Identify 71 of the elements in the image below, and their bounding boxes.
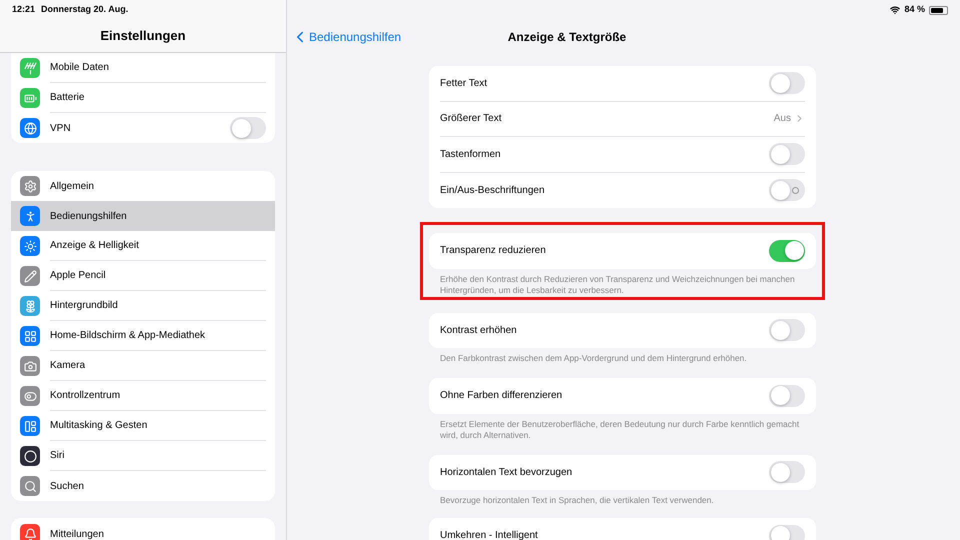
sidebar-item[interactable]: Batterie	[11, 83, 275, 113]
settings-row[interactable]: Tastenformen	[429, 137, 816, 172]
row-label: Umkehren - Intelligent	[440, 529, 539, 540]
toggle-switch[interactable]	[769, 179, 805, 202]
sidebar-item[interactable]: Bedienungshilfen	[11, 201, 275, 231]
item-label: Bedienungshilfen	[50, 210, 128, 224]
sidebar-item[interactable]: VPN	[11, 113, 275, 143]
item-label: Siri	[50, 449, 66, 463]
sidebar-item[interactable]: Kamera	[11, 351, 275, 381]
wifi-icon	[890, 5, 900, 15]
sidebar-item[interactable]: Mobile Daten	[11, 53, 275, 83]
footer-note: Den Farbkontrast zwischen dem App-Vordergrund und dem Hintergrund erhöhen.	[439, 352, 748, 364]
sidebar-item[interactable]: Hintergrundbild	[11, 291, 275, 321]
status-time: 12:21	[12, 3, 36, 16]
sidebar-item[interactable]: Suchen	[11, 471, 275, 501]
item-label: Multitasking & Gesten	[50, 419, 148, 433]
toggle-switch[interactable]	[769, 524, 805, 540]
settings-row[interactable]: Fetter Text	[429, 66, 816, 102]
sidebar-item[interactable]: Multitasking & Gesten	[11, 411, 275, 441]
item-label: Anzeige & Helligkeit	[50, 239, 140, 253]
battery-percent: 84 %	[904, 3, 925, 16]
settings-row[interactable]: Umkehren - Intelligent	[429, 518, 816, 540]
sidebar-item[interactable]: Mitteilungen	[11, 519, 275, 540]
item-label: Home-Bildschirm & App-Mediathek	[50, 329, 206, 343]
item-label: Batterie	[50, 91, 86, 105]
page-title: Anzeige & Textgröße	[508, 28, 626, 46]
battery-icon	[929, 6, 948, 14]
sidebar-item[interactable]: Allgemein	[11, 171, 275, 201]
row-label: Ein/Aus-Beschriftungen	[440, 184, 546, 198]
item-label: Allgemein	[50, 180, 95, 194]
settings-row[interactable]: Horizontalen Text bevorzugen	[429, 454, 816, 490]
toggle-switch[interactable]	[769, 384, 805, 407]
item-label: Hintergrundbild	[50, 299, 119, 313]
settings-row[interactable]: Größerer Text Aus	[429, 102, 816, 137]
item-label: Apple Pencil	[50, 269, 107, 283]
row-label: Größerer Text	[440, 112, 502, 126]
toggle-switch[interactable]	[230, 117, 266, 139]
back-button[interactable]: Bedienungshilfen	[291, 28, 402, 46]
footer-note: Erhöhe den Kontrast durch Reduzieren von Transparenz und Weichzeichnungen bei manchen Hintergründen, um die Lesbarkeit zu verbessern.	[439, 272, 796, 296]
settings-row[interactable]: Ein/Aus-Beschriftungen	[429, 172, 816, 208]
toggle-switch[interactable]	[769, 319, 805, 342]
footer-note: Ersetzt Elemente der Benutzeroberfläche, deren Bedeutung nur durch Farbe kenntlich gemacht wird, durch Alternativen.	[439, 418, 800, 440]
item-label: Kamera	[50, 359, 86, 373]
row-label: Tastenformen	[440, 148, 502, 162]
settings-row[interactable]: Ohne Farben differenzieren	[429, 378, 816, 414]
sidebar-item[interactable]: Kontrollzentrum	[11, 381, 275, 411]
row-label: Horizontalen Text bevorzugen	[440, 466, 574, 480]
sidebar-item[interactable]: Home-Bildschirm & App-Mediathek	[11, 321, 275, 351]
toggle-switch[interactable]	[769, 143, 805, 166]
settings-row[interactable]: Transparenz reduzieren	[429, 233, 816, 268]
row-value: Aus	[774, 112, 791, 126]
item-label: Mitteilungen	[50, 528, 105, 540]
status-date: Donnerstag 20. Aug.	[41, 3, 128, 16]
item-label: Mobile Daten	[50, 61, 110, 75]
item-label: Kontrollzentrum	[50, 389, 122, 403]
settings-row[interactable]: Kontrast erhöhen	[429, 312, 816, 348]
toggle-switch[interactable]	[769, 240, 805, 262]
sidebar-item[interactable]: Anzeige & Helligkeit	[11, 231, 275, 261]
item-label: Suchen	[50, 480, 85, 494]
row-label: Kontrast erhöhen	[440, 324, 518, 338]
footer-note: Bevorzuge horizontalen Text in Sprachen, die vertikalen Text verwenden.	[439, 494, 715, 506]
sidebar-title: Einstellungen	[100, 27, 186, 46]
sidebar-item[interactable]: Siri	[11, 441, 275, 471]
toggle-switch[interactable]	[769, 461, 805, 484]
row-label: Transparenz reduzieren	[440, 244, 547, 258]
sidebar-item[interactable]: Apple Pencil	[11, 261, 275, 291]
off-label-icon	[792, 186, 799, 194]
toggle-switch[interactable]	[769, 72, 805, 94]
row-label: Fetter Text	[440, 76, 488, 91]
row-label: Ohne Farben differenzieren	[440, 389, 564, 404]
item-label: VPN	[50, 122, 72, 136]
